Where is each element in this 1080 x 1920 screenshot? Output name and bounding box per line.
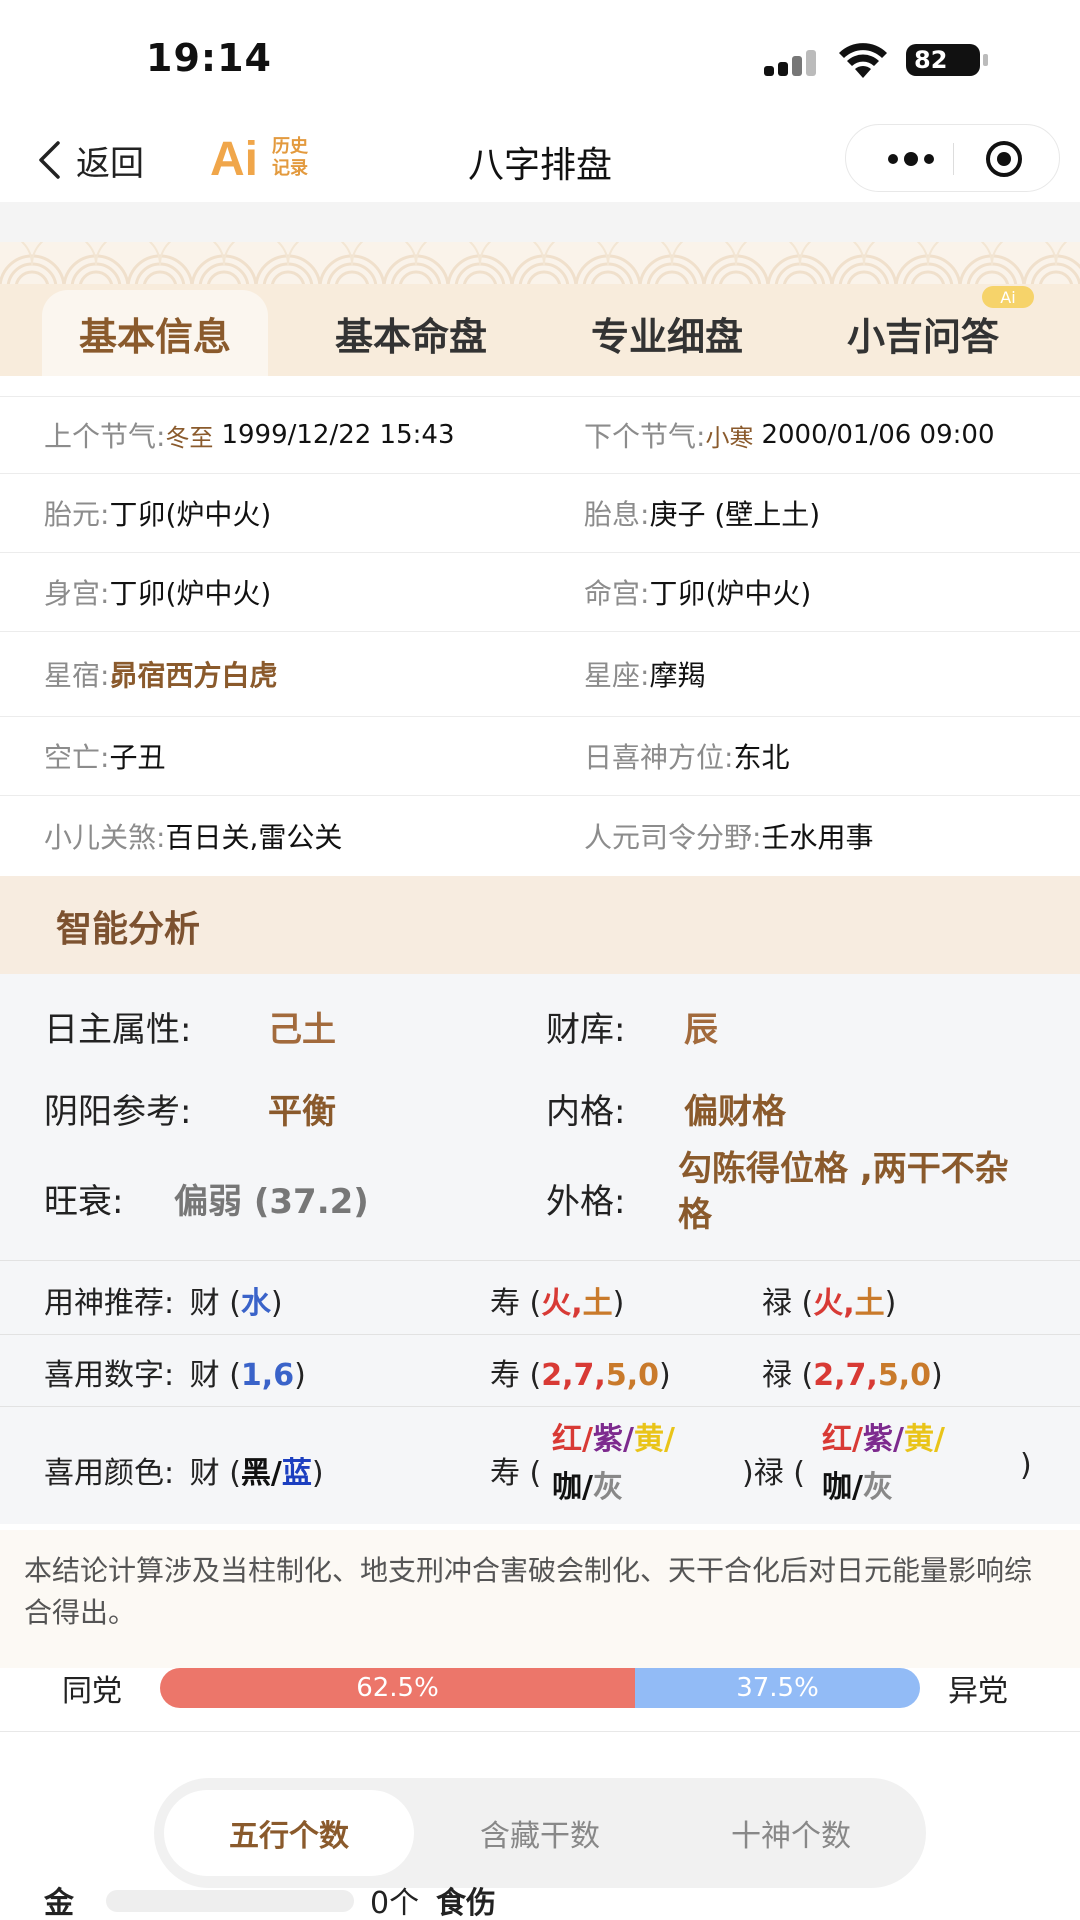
cellular-signal-icon	[764, 50, 820, 76]
info-label: 星宿:	[44, 659, 110, 692]
analysis-title: 智能分析	[56, 909, 201, 950]
info-label: 人元司令分野:	[584, 821, 762, 854]
back-button[interactable]: 返回	[36, 130, 144, 190]
back-label: 返回	[76, 143, 144, 184]
info-label: 日喜神方位:	[584, 741, 734, 774]
lucky-color-lu: 红/紫/黄/ 咖/灰	[822, 1422, 945, 1505]
lucky-color-row: 喜用颜色: 财 (黑/蓝)	[44, 1456, 324, 1491]
strength-label: 旺衰:	[44, 1182, 124, 1222]
segment-five-elements[interactable]: 五行个数	[164, 1790, 414, 1876]
info-value: 东北	[733, 741, 790, 774]
party-ratio-bar: 62.5% 37.5%	[160, 1668, 920, 1708]
lucky-number-lu: 禄 (2,7,5,0)	[762, 1358, 943, 1393]
info-value: 子丑	[109, 741, 166, 774]
info-row: 星宿: 昴宿西方白虎 星座: 摩羯	[0, 632, 1080, 717]
info-value: 丁卯(炉中火)	[109, 577, 272, 610]
element-count-row: 金 0个 食伤	[0, 1878, 1080, 1920]
day-master-value: 己土	[268, 1010, 336, 1050]
count-type-segmented: 五行个数 含藏干数 十神个数	[154, 1778, 926, 1888]
element-name: 金	[44, 1886, 74, 1920]
info-label: 身宫:	[44, 577, 110, 610]
lucky-color-shou: 红/紫/黄/ 咖/灰	[552, 1422, 675, 1505]
tab-pro-detail[interactable]: 专业细盘	[556, 290, 778, 376]
info-value: 丁卯(炉中火)	[109, 498, 272, 531]
info-row: 胎元: 丁卯(炉中火) 胎息: 庚子 (壁上土)	[0, 474, 1080, 553]
analysis-note: 本结论计算涉及当柱制化、地支刑冲合害破会制化、天干合化后对日元能量影响综合得出。	[0, 1530, 1080, 1668]
god-shou: 寿 (火,土)	[490, 1286, 625, 1321]
info-row-solar-terms: 上个节气: 冬至 1999/12/22 15:43 下个节气: 小寒 2000/…	[0, 396, 1080, 474]
history-label: 历史 记录	[272, 136, 308, 179]
element-count: 0个	[370, 1886, 420, 1920]
battery-icon: 82	[906, 44, 988, 76]
info-label: 小儿关煞:	[44, 821, 166, 854]
info-label: 胎元:	[44, 498, 110, 531]
info-row: 空亡: 子丑 日喜神方位: 东北	[0, 717, 1080, 796]
info-value: 庚子 (壁上土)	[649, 498, 821, 531]
status-bar: 19:14 82	[0, 0, 1080, 118]
next-term-time: 2000/01/06 09:00	[761, 420, 995, 450]
inner-pattern-value: 偏财格	[684, 1092, 786, 1132]
info-row: 身宫: 丁卯(炉中火) 命宫: 丁卯(炉中火)	[0, 553, 1080, 632]
mini-program-capsule	[845, 124, 1060, 192]
prev-term-name: 冬至	[165, 423, 214, 452]
diff-party-segment: 37.5%	[635, 1668, 920, 1708]
lucky-color-lu-label: )禄 (	[742, 1456, 805, 1491]
ai-logo-icon: Ai	[210, 133, 258, 186]
yinyang-value: 平衡	[268, 1092, 336, 1132]
info-label: 星座:	[584, 659, 650, 692]
lucky-number-row: 喜用数字: 财 (1,6)	[44, 1358, 306, 1393]
prev-term-time: 1999/12/22 15:43	[221, 420, 455, 450]
close-target-icon[interactable]	[984, 139, 1024, 179]
next-term-name: 小寒	[705, 423, 754, 452]
segment-ten-gods[interactable]: 十神个数	[666, 1790, 916, 1876]
next-term-label: 下个节气:	[584, 420, 706, 453]
day-master-label: 日主属性:	[44, 1010, 192, 1050]
yinyang-label: 阴阳参考:	[44, 1092, 192, 1132]
same-party-segment: 62.5%	[160, 1668, 635, 1708]
info-value: 百日关,雷公关	[165, 821, 343, 854]
info-value: 摩羯	[649, 659, 706, 692]
diff-party-label: 异党	[948, 1674, 1008, 1709]
outer-pattern-value: 勾陈得位格 ,两干不杂格	[678, 1149, 1009, 1235]
info-value: 丁卯(炉中火)	[649, 577, 812, 610]
note-text: 本结论计算涉及当柱制化、地支刑冲合害破会制化、天干合化后对日元能量影响综合得出。	[24, 1554, 1033, 1629]
element-god: 食伤	[436, 1886, 496, 1920]
wifi-icon	[839, 43, 887, 78]
element-value: 水	[240, 1286, 271, 1321]
constellation-mansion-value: 昴宿西方白虎	[109, 659, 278, 692]
info-value: 壬水用事	[761, 821, 874, 854]
info-label: 空亡:	[44, 741, 110, 774]
history-record-button[interactable]: Ai 历史 记录	[210, 132, 320, 188]
inner-pattern-label: 内格:	[546, 1092, 626, 1132]
outer-pattern-label: 外格:	[546, 1182, 626, 1222]
god-lu: 禄 (火,土)	[762, 1286, 897, 1321]
chevron-left-icon	[39, 141, 60, 179]
status-time: 19:14	[146, 36, 272, 80]
info-label: 命宫:	[584, 577, 650, 610]
element-count-bar	[106, 1890, 354, 1912]
segment-hidden-stems[interactable]: 含藏干数	[415, 1790, 665, 1876]
lucky-number-shou: 寿 (2,7,5,0)	[490, 1358, 671, 1393]
prev-term-label: 上个节气:	[44, 420, 166, 453]
same-party-label: 同党	[62, 1674, 122, 1709]
analysis-header: 智能分析	[0, 876, 1080, 974]
more-icon[interactable]	[876, 125, 946, 193]
strength-value: 偏弱 (37.2)	[174, 1182, 369, 1222]
god-recommend-row: 用神推荐: 财 (水)	[44, 1286, 283, 1321]
info-row: 小儿关煞: 百日关,雷公关 人元司令分野: 壬水用事	[0, 796, 1080, 876]
nav-bar: 返回 Ai 历史 记录 八字排盘	[0, 118, 1080, 202]
treasury-value: 辰	[684, 1010, 718, 1050]
ai-badge: Ai	[982, 286, 1034, 308]
tab-basic-chart[interactable]: 基本命盘	[300, 290, 522, 376]
wave-pattern	[0, 242, 1080, 288]
lucky-color-shou-label: 寿 (	[490, 1456, 542, 1491]
tab-basic-info[interactable]: 基本信息	[42, 290, 268, 376]
treasury-label: 财库:	[546, 1010, 626, 1050]
info-label: 胎息:	[584, 498, 650, 531]
